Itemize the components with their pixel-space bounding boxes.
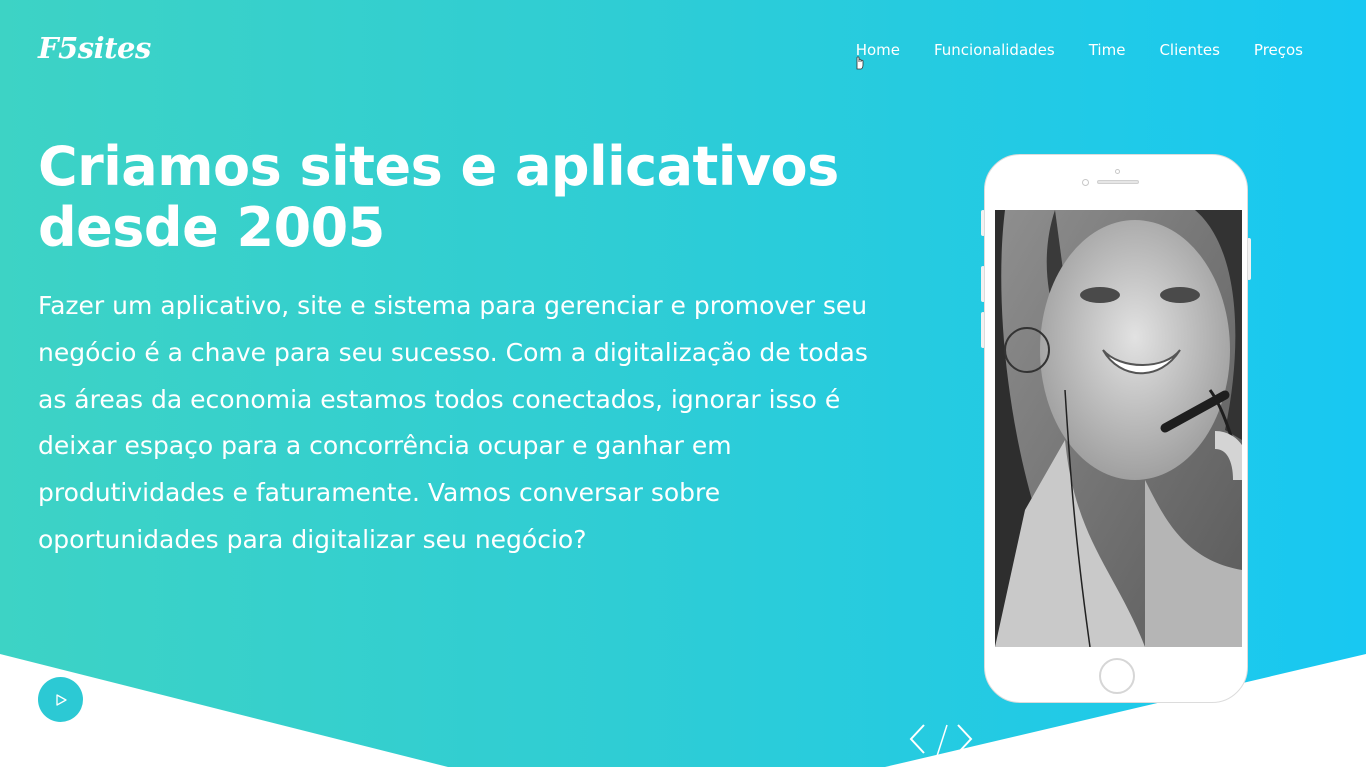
hand-cursor-icon [856, 56, 864, 70]
hero-title-line-1: Criamos sites e aplicativos [38, 135, 839, 198]
nav-item-time[interactable]: Time [1089, 40, 1126, 60]
phone-body [984, 154, 1248, 703]
phone-home-button [1099, 658, 1135, 694]
hero-section: F5sites Home Funcionalidades Time Client… [0, 0, 1366, 767]
hero-description: Fazer um aplicativo, site e sistema para… [38, 291, 868, 554]
chevron-left-icon[interactable] [908, 722, 928, 756]
hero-title: Criamos sites e aplicativos desde 2005 [38, 136, 898, 258]
site-logo[interactable]: F5sites [38, 34, 151, 63]
carousel-controls [908, 722, 974, 758]
slash-separator [936, 724, 948, 757]
nav-item-precos[interactable]: Preços [1254, 40, 1303, 60]
nav-item-clientes[interactable]: Clientes [1159, 40, 1219, 60]
nav-item-funcionalidades[interactable]: Funcionalidades [934, 40, 1055, 60]
phone-screen-photo [995, 210, 1242, 647]
main-nav: Home Funcionalidades Time Clientes Preço… [856, 40, 1303, 60]
play-button[interactable] [38, 677, 83, 722]
play-icon [55, 693, 67, 706]
phone-speaker [1097, 180, 1139, 184]
phone-camera [1082, 179, 1089, 186]
phone-sensor [1115, 169, 1120, 174]
hero-title-line-2: desde 2005 [38, 196, 385, 259]
phone-mockup [981, 154, 1251, 705]
woman-with-headset-photo [995, 210, 1242, 647]
chevron-right-icon[interactable] [954, 722, 974, 756]
